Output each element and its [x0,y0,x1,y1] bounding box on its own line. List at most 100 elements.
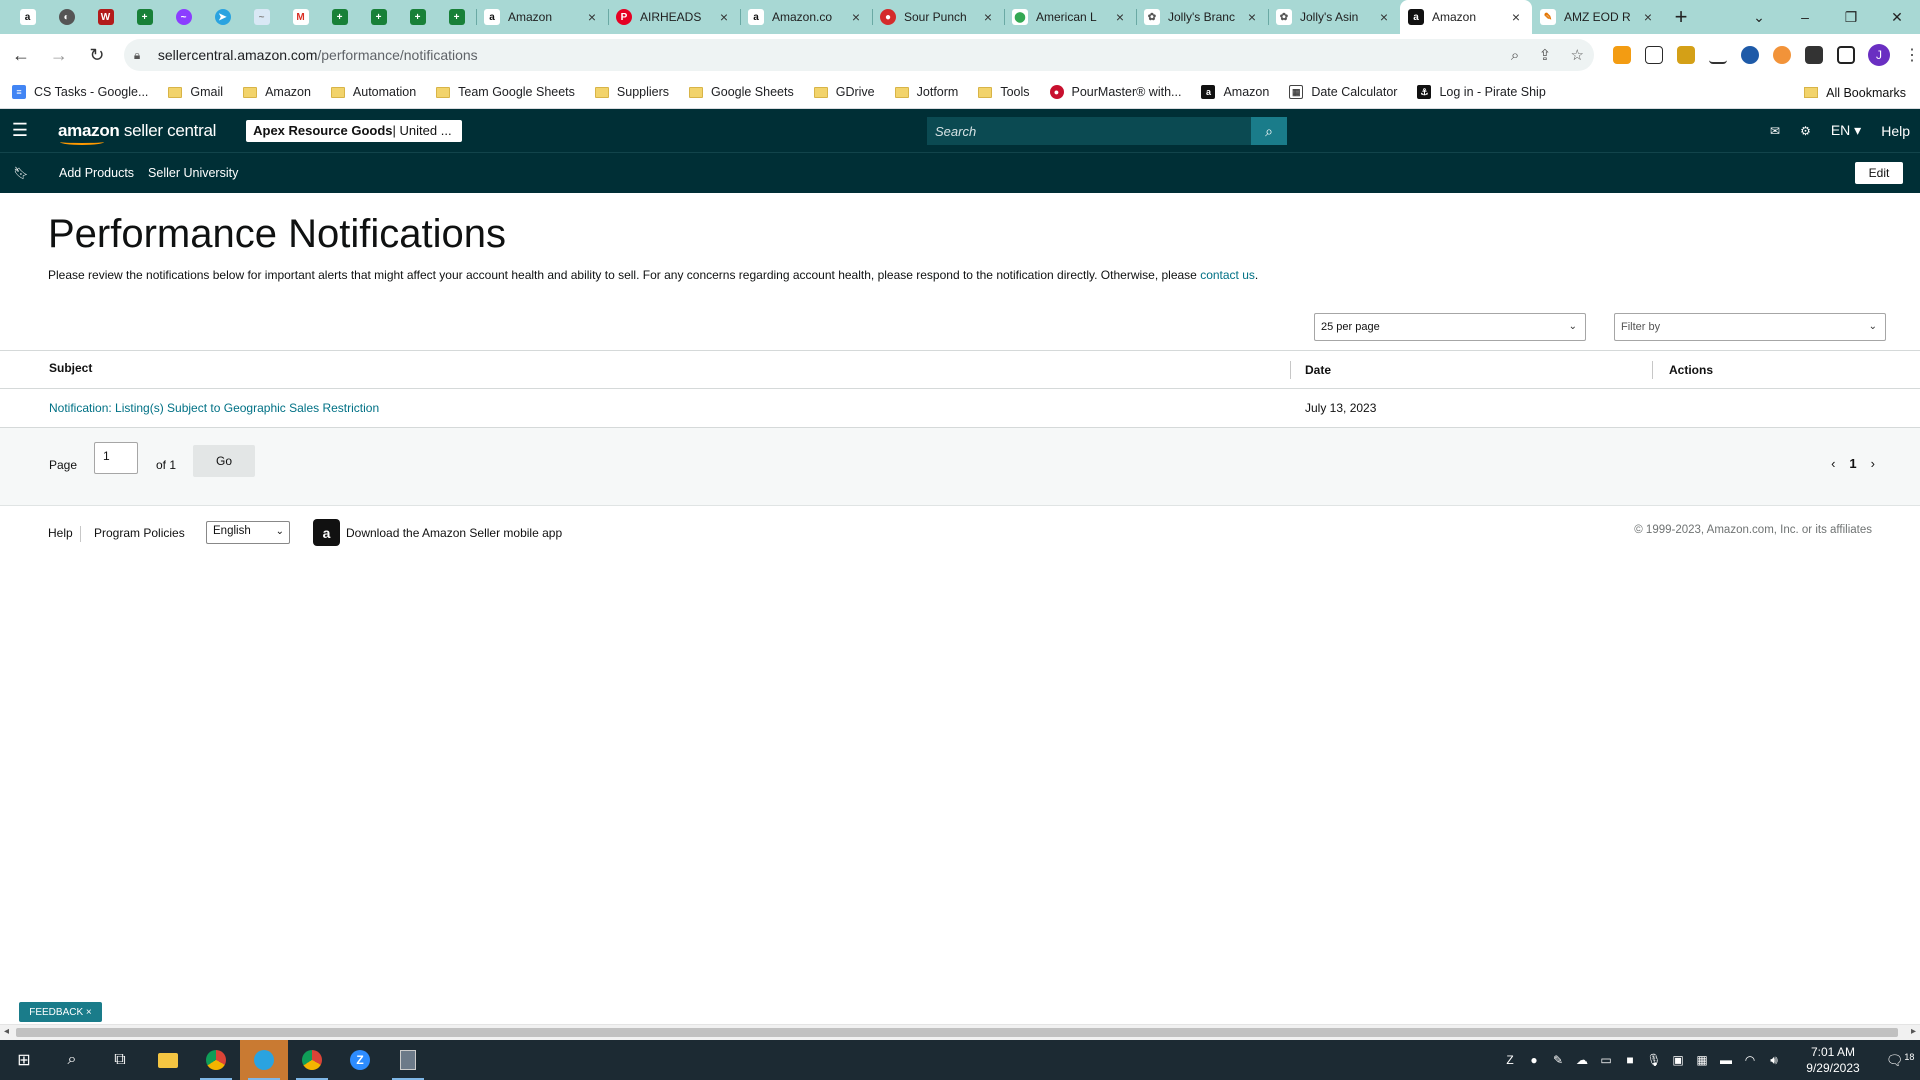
pinned-tab-sheets-5[interactable]: + [437,0,476,34]
horizontal-scrollbar[interactable]: ◂ ▸ [0,1024,1920,1040]
download-app-link[interactable]: Download the Amazon Seller mobile app [346,526,562,540]
bookmark-folder[interactable]: Automation [330,85,416,99]
bookmark-item[interactable]: ● PourMaster® with... [1049,85,1181,99]
pinned-tab-w[interactable]: W [86,0,125,34]
footer-help-link[interactable]: Help [48,526,73,540]
bookmark-folder[interactable]: Team Google Sheets [436,85,575,99]
language-selector[interactable]: EN ▾ [1831,122,1861,139]
bookmark-folder[interactable]: Google Sheets [689,85,794,99]
chrome-tray-icon[interactable]: ● [1522,1040,1546,1080]
close-icon[interactable]: × [584,9,600,25]
cloud-icon[interactable]: ☁ [1570,1040,1594,1080]
all-bookmarks[interactable]: All Bookmarks [1804,76,1906,109]
star-icon[interactable]: ☆ [1571,47,1584,64]
pinned-tab-bookmark[interactable]: ~ [242,0,281,34]
battery-icon[interactable]: ▬ [1714,1040,1738,1080]
browser-tab[interactable]: ● Sour Punch × [872,0,1004,34]
help-link[interactable]: Help [1881,123,1910,139]
pinned-tab-telegram[interactable]: ➤ [203,0,242,34]
browser-tab[interactable]: ✎ AMZ EOD R × [1532,0,1664,34]
browser-tab-active[interactable]: a Amazon × [1400,0,1532,34]
rs-extension-icon[interactable] [1644,46,1663,64]
current-page[interactable]: 1 [1849,456,1856,471]
browser-tab[interactable]: a Amazon × [476,0,608,34]
url-text[interactable]: sellercentral.amazon.com/performance/not… [152,47,1495,63]
js-extension-icon[interactable] [1612,46,1631,64]
seller-university-link[interactable]: Seller University [148,166,238,180]
wifi-icon[interactable]: ◠ [1738,1040,1762,1080]
microphone-icon[interactable]: 🎙︎ [1642,1040,1666,1080]
browser-tab[interactable]: ✿ Jolly's Branc × [1136,0,1268,34]
orange-extension-icon[interactable] [1772,46,1791,64]
amazon-app-icon[interactable]: a [313,519,340,546]
close-icon[interactable]: × [1376,9,1392,25]
forward-button[interactable]: → [42,38,76,72]
restore-button[interactable]: ❐ [1828,0,1874,34]
column-header-subject[interactable]: Subject [49,361,92,375]
seller-central-logo[interactable]: amazon seller central [58,121,216,145]
close-icon[interactable]: × [1640,9,1656,25]
puzzle-icon[interactable] [1804,46,1823,64]
pinned-tab-amazon[interactable]: a [8,0,47,34]
pinned-tab-sheets-3[interactable]: + [359,0,398,34]
bookmark-item[interactable]: a Amazon [1201,85,1269,99]
search-button[interactable]: ⌕ [1251,117,1287,145]
pen-tray-icon[interactable]: ✎ [1546,1040,1570,1080]
pinned-tab-gmail[interactable]: M [281,0,320,34]
contact-us-link[interactable]: contact us [1200,268,1255,282]
gear-icon[interactable]: ⚙ [1800,124,1811,138]
add-products-link[interactable]: Add Products [59,166,134,180]
pinned-tab-messenger[interactable]: ~ [164,0,203,34]
chrome-icon[interactable] [192,1040,240,1080]
bookmark-folder[interactable]: GDrive [813,85,875,99]
minimize-button[interactable]: – [1782,0,1828,34]
scrollbar-thumb[interactable] [16,1028,1898,1037]
zoom-tray-icon[interactable]: Z [1498,1040,1522,1080]
go-button[interactable]: Go [193,445,255,477]
program-policies-link[interactable]: Program Policies [94,526,185,540]
pinned-tab-chrome[interactable]: ◐ [47,0,86,34]
pinned-tab-sheets-4[interactable]: + [398,0,437,34]
hamburger-menu-icon[interactable]: ☰ [0,109,40,152]
clock[interactable]: 7:01 AM 9/29/2023 [1792,1044,1874,1076]
bookmark-item[interactable]: ▦ Date Calculator [1289,85,1397,99]
bookmark-folder[interactable]: Jotform [894,85,958,99]
profile-avatar[interactable]: J [1867,44,1890,66]
close-icon[interactable]: × [980,9,996,25]
browser-tab[interactable]: P AIRHEADS × [608,0,740,34]
chevron-right-icon[interactable]: › [1871,456,1875,471]
per-page-select[interactable]: 25 per page ⌄ [1314,313,1586,341]
sidepanel-icon[interactable] [1836,46,1855,64]
reload-button[interactable]: ↻ [80,38,114,72]
scroll-left-icon[interactable]: ◂ [4,1026,9,1037]
browser-tab[interactable]: ⬤ American L × [1004,0,1136,34]
browser-tab[interactable]: a Amazon.co × [740,0,872,34]
menu-kebab-icon[interactable]: ⋮ [1904,45,1920,65]
bookmark-item[interactable]: ⚓︎ Log in - Pirate Ship [1417,85,1546,99]
back-button[interactable]: ← [4,38,38,72]
pinned-tab-sheets-1[interactable]: + [125,0,164,34]
close-icon[interactable]: × [716,9,732,25]
tab-search-icon[interactable]: ⌄ [1736,0,1782,34]
keepa-extension-icon[interactable] [1676,46,1695,64]
lock-icon[interactable]: 🔒︎ [134,48,152,63]
footer-language-select[interactable]: English ⌄ [206,521,290,544]
notification-center-icon[interactable]: 🗨︎ 18 [1880,1052,1920,1069]
share-icon[interactable]: ⇪ [1539,47,1552,64]
edit-button[interactable]: Edit [1855,162,1903,184]
browser-tab[interactable]: ✿ Jolly's Asin × [1268,0,1400,34]
bookmark-icon[interactable]: 🔖︎ [0,166,42,180]
feedback-button[interactable]: FEEDBACK × [19,1002,102,1022]
bookmark-folder[interactable]: Suppliers [594,85,669,99]
close-icon[interactable]: × [848,9,864,25]
calculator-icon[interactable] [384,1040,432,1080]
circle-extension-icon[interactable] [1740,46,1759,64]
scroll-right-icon[interactable]: ▸ [1911,1026,1916,1037]
close-icon[interactable]: × [1508,9,1524,25]
page-number-input[interactable]: 1 [94,442,138,474]
nvidia-icon[interactable]: ■ [1618,1040,1642,1080]
column-header-date[interactable]: Date [1290,361,1331,379]
chrome-profile-icon[interactable] [288,1040,336,1080]
file-explorer-icon[interactable] [144,1040,192,1080]
chevron-left-icon[interactable]: ‹ [1831,456,1835,471]
